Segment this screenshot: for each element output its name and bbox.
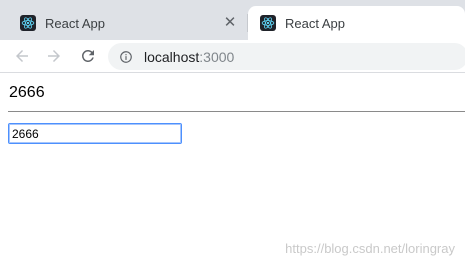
url-port: :3000 <box>199 48 235 65</box>
close-icon[interactable]: ✕ <box>222 14 238 30</box>
reload-button[interactable] <box>76 44 100 68</box>
tab-title: React App <box>45 15 105 31</box>
page-content: 2666 https://blog.csdn.net/loringray <box>0 74 465 266</box>
forward-button[interactable] <box>42 44 66 68</box>
react-logo-icon <box>20 15 36 31</box>
address-bar[interactable]: localhost:3000 <box>108 43 465 70</box>
watermark: https://blog.csdn.net/loringray <box>285 241 455 256</box>
tab-react-app-1[interactable]: React App ✕ <box>8 6 246 40</box>
value-input[interactable] <box>8 123 182 144</box>
url-text: localhost:3000 <box>144 49 234 65</box>
browser-toolbar: localhost:3000 <box>0 40 465 73</box>
url-host: localhost <box>144 48 200 65</box>
tab-strip: React App ✕ React App <box>0 0 465 40</box>
tab-title: React App <box>285 15 345 31</box>
react-logo-icon <box>260 15 276 31</box>
browser-window: React App ✕ React App localhost:3000 266… <box>0 0 465 266</box>
value-heading: 2666 <box>9 84 45 101</box>
arrow-right-icon <box>48 50 60 62</box>
reload-icon <box>81 49 94 62</box>
back-button[interactable] <box>10 44 34 68</box>
arrow-left-icon <box>16 50 28 62</box>
info-circle-icon[interactable] <box>118 49 134 65</box>
tab-react-app-2[interactable]: React App <box>248 6 465 40</box>
divider <box>8 111 465 112</box>
